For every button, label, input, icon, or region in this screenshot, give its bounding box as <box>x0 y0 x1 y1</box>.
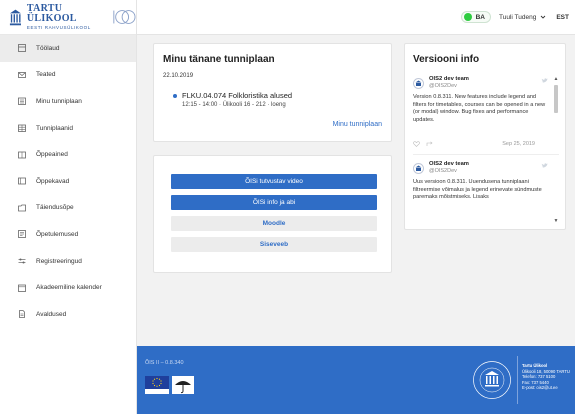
bullet-icon <box>173 94 177 98</box>
sidebar-item-toolaud[interactable]: Töölaud <box>0 35 136 62</box>
sidebar-item-label: Akadeemiline kalender <box>36 284 102 292</box>
envelope-icon <box>18 71 26 79</box>
heart-icon[interactable] <box>413 141 420 147</box>
avatar[interactable] <box>413 77 424 89</box>
sidebar-item-label: Teated <box>36 71 56 79</box>
sidebar-item-tunniplaanid[interactable]: Tunniplaanid <box>0 115 136 142</box>
sidebar-item-label: Õpetulemused <box>36 230 79 238</box>
sidebar-item-teated[interactable]: Teated <box>0 62 136 89</box>
anniversary-rings-icon <box>113 10 136 24</box>
logo-wordmark: TARTU ÜLIKOOL EESTI RAHVUSÜLIKOOL <box>26 3 108 31</box>
sidebar-item-taiendusope[interactable]: Täiendusõpe <box>0 195 136 222</box>
language-selector[interactable]: EST <box>556 14 569 21</box>
sidebar-item-oppekavad[interactable]: Õppekavad <box>0 168 136 195</box>
topbar: BA Tuuli Tudeng EST <box>137 0 575 35</box>
todays-schedule-card: Minu tänane tunniplaan 22.10.2019 FLKU.0… <box>153 43 392 142</box>
sidebar-item-label: Minu tunniplaan <box>36 97 82 105</box>
sidebar-item-label: Registreeringud <box>36 257 82 265</box>
share-icon[interactable] <box>426 141 433 147</box>
document-icon <box>18 310 26 319</box>
lesson-title: FLKU.04.074 Folkloristika alused <box>182 91 293 100</box>
sidebar-item-label: Õppekavad <box>36 177 70 185</box>
university-logo[interactable]: TARTU ÜLIKOOL EESTI RAHVUSÜLIKOOL <box>0 0 136 35</box>
schedule-date: 22.10.2019 <box>163 73 194 79</box>
lesson-meta: 12:15 - 14:00 · Ülikooli 16 - 212 · loen… <box>182 102 286 108</box>
books-icon <box>18 177 26 185</box>
sidebar-item-label: Töölaud <box>36 44 60 52</box>
sidebar-item-opetulemused[interactable]: Õpetulemused <box>0 221 136 248</box>
sidebar-item-oppeained[interactable]: Õppeained <box>0 141 136 168</box>
toggle-knob <box>463 13 472 21</box>
eu-logo <box>145 376 169 394</box>
user-menu[interactable]: Tuuli Tudeng <box>499 14 546 21</box>
university-building-icon <box>415 80 422 86</box>
university-building-icon <box>9 9 21 26</box>
user-name: Tuuli Tudeng <box>499 13 537 21</box>
footer: ÕIS II – 0.8.340 Tartu Ülikool Ülikooli … <box>137 346 575 414</box>
sidebar-item-akadeemiline-kalender[interactable]: Akadeemiline kalender <box>0 274 136 301</box>
moodle-button[interactable]: Moodle <box>171 216 377 231</box>
sidebar-nav: Töölaud Teated Minu tunniplaan Tunniplaa… <box>0 35 136 328</box>
card-title: Minu tänane tunniplaan <box>163 54 275 65</box>
divider <box>517 356 518 404</box>
sidebar-item-label: Avaldused <box>36 310 67 318</box>
calendar-icon <box>18 97 26 106</box>
book-icon <box>18 151 26 159</box>
intranet-button[interactable]: Siseveeb <box>171 237 377 252</box>
sidebar-item-minu-tunniplaan[interactable]: Minu tunniplaan <box>0 88 136 115</box>
twitter-feed[interactable]: OIS2 dev team @OIS2Dev Version 0.8.311. … <box>413 76 559 224</box>
calendar-list-icon <box>18 284 26 292</box>
dashboard-icon <box>18 44 26 53</box>
eu-flag-icon <box>145 376 169 389</box>
my-schedule-link[interactable]: Minu tunniplaan <box>333 121 382 128</box>
folder-icon <box>18 204 26 212</box>
feed-scrollbar[interactable]: ▲ ▼ <box>553 76 559 224</box>
sidebar-item-registreeringud[interactable]: Registreeringud <box>0 248 136 275</box>
tweet[interactable]: OIS2 dev team @OIS2Dev Version 0.8.311. … <box>413 76 559 148</box>
scroll-down-arrow-icon[interactable]: ▼ <box>553 218 559 224</box>
tweet-date[interactable]: Sep 25, 2019 <box>502 141 535 147</box>
intro-video-button[interactable]: ÕISi tutvustav video <box>171 174 377 189</box>
sidebar-item-avaldused[interactable]: Avaldused <box>0 301 136 328</box>
sidebar-item-label: Tunniplaanid <box>36 124 73 132</box>
tweet-text: Version 0.8.311. New features include le… <box>413 94 546 123</box>
avatar[interactable] <box>413 162 424 174</box>
twitter-bird-icon[interactable] <box>541 162 548 169</box>
tweet-handle[interactable]: @OIS2Dev <box>429 168 469 175</box>
logo-name: TARTU ÜLIKOOL <box>26 3 77 24</box>
esf-logo <box>172 376 194 394</box>
version-info-card: Versiooni info OIS2 dev team @OIS2Dev Ve… <box>404 43 566 230</box>
university-seal-icon <box>473 361 511 399</box>
tweet-handle[interactable]: @OIS2Dev <box>429 83 469 90</box>
scrollbar-thumb[interactable] <box>554 85 558 113</box>
lesson-item[interactable]: FLKU.04.074 Folkloristika alused 12:15 -… <box>173 91 382 108</box>
chevron-down-icon <box>541 15 546 19</box>
scroll-up-arrow-icon[interactable]: ▲ <box>553 76 559 82</box>
contact-info: Tartu Ülikool Ülikooli 18, 50090 TARTU T… <box>522 363 570 391</box>
app-version: ÕIS II – 0.8.340 <box>145 360 184 366</box>
divider <box>413 154 559 155</box>
university-building-icon <box>415 165 422 171</box>
card-title: Versiooni info <box>413 54 480 65</box>
quick-links-card: ÕISi tutvustav video ÕISi info ja abi Mo… <box>153 155 392 273</box>
contact-email[interactable]: E-post: ois2@ut.ee <box>522 385 570 391</box>
logo-tagline: EESTI RAHVUSÜLIKOOL <box>26 25 91 30</box>
tweet-author[interactable]: OIS2 dev team <box>429 161 469 168</box>
tweet[interactable]: OIS2 dev team @OIS2Dev Uus versioon 0.8.… <box>413 161 559 202</box>
tweet-text: Uus versioon 0.8.311. Uuendusena tunnipl… <box>413 179 542 200</box>
language-toggle[interactable]: BA <box>460 11 491 23</box>
info-help-button[interactable]: ÕISi info ja abi <box>171 195 377 210</box>
sidebar-item-label: Täiendusõpe <box>36 204 74 212</box>
twitter-bird-icon[interactable] <box>541 77 548 84</box>
toggle-label: BA <box>475 13 485 21</box>
sidebar-item-label: Õppeained <box>36 151 68 159</box>
umbrella-icon <box>175 381 191 394</box>
sidebar: TARTU ÜLIKOOL EESTI RAHVUSÜLIKOOL Töölau… <box>0 0 137 414</box>
calendar-grid-icon <box>18 124 26 132</box>
tweet-author[interactable]: OIS2 dev team <box>429 76 469 83</box>
certificate-icon <box>18 230 26 239</box>
sliders-icon <box>18 257 26 265</box>
